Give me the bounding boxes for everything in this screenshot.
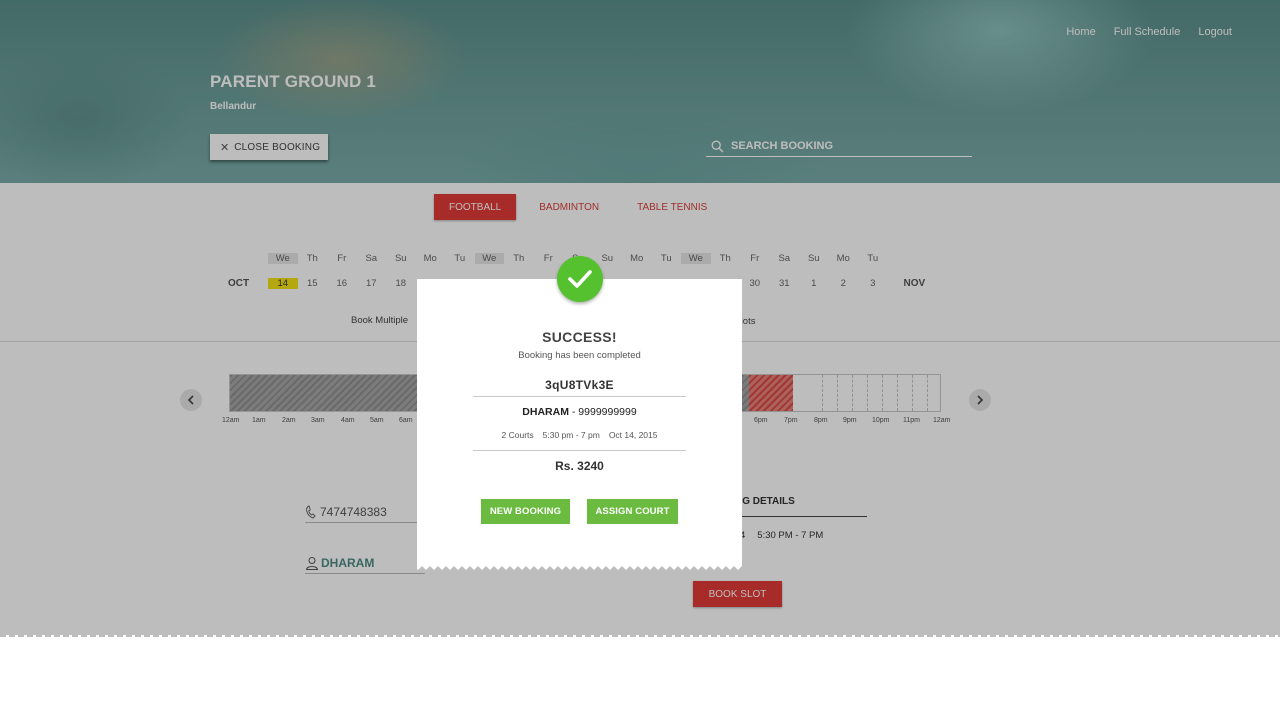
backdrop-edge [0,635,1280,637]
customer-line: DHARAM - 9999999999 [417,406,742,418]
booking-meta: 2 Courts 5:30 pm - 7 pm Oct 14, 2015 [417,430,742,440]
booking-courts: 2 Courts [501,430,534,440]
receipt-divider [473,396,686,397]
booking-code: 3qU8TVk3E [545,378,614,392]
success-title: SUCCESS! [542,329,617,345]
customer-phone: - 9999999999 [568,406,637,418]
success-check-icon [557,256,603,302]
booking-date: Oct 14, 2015 [608,430,658,440]
receipt-torn-edge [417,562,742,570]
receipt-divider [473,450,686,451]
booking-amount: Rs. 3240 [555,459,604,473]
success-modal [417,279,742,563]
assign-court-button[interactable]: ASSIGN COURT [587,499,678,524]
customer-name: DHARAM [522,406,569,418]
app-root: Home Full Schedule Logout PARENT GROUND … [0,0,1280,720]
new-booking-button[interactable]: NEW BOOKING [481,499,570,524]
success-subtitle: Booking has been completed [518,350,641,361]
booking-time: 5:30 pm - 7 pm [542,430,600,440]
